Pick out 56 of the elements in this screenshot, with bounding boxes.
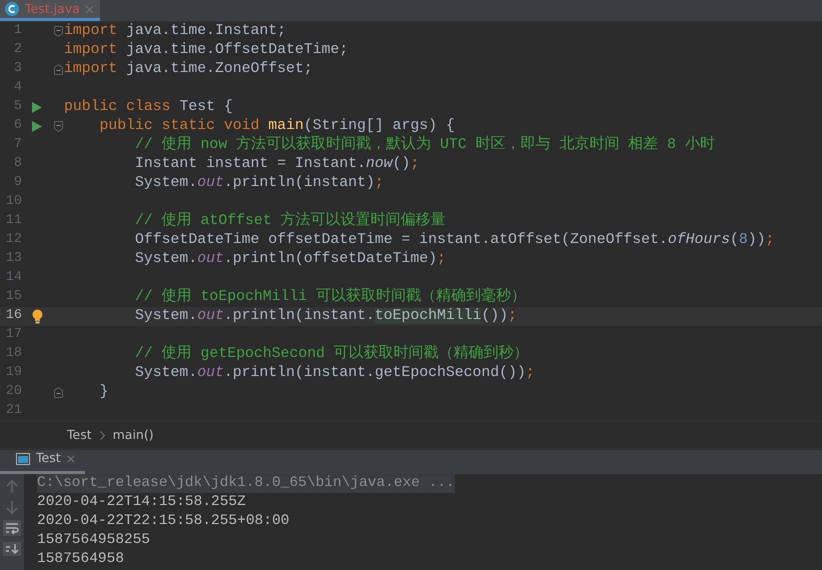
code-line: public static void main(String[] args) {: [98, 117, 455, 135]
line-number: 11: [4, 212, 22, 230]
breadcrumb-item[interactable]: Test: [67, 426, 92, 444]
line-number: 14: [4, 269, 22, 288]
line-number: 6: [12, 117, 22, 136]
code-line: System.out.println(instant.toEpochMilli());: [134, 307, 517, 326]
line-number: 8: [12, 155, 22, 174]
code-line: System.out.println(instant);: [134, 174, 384, 193]
code-line: public class Test {: [64, 98, 233, 117]
console-icon: [16, 452, 30, 465]
line-number: 3: [12, 60, 22, 78]
console-output: 1587564958255: [37, 531, 152, 550]
chevron-icon: [100, 430, 105, 440]
line-number: 20: [4, 383, 22, 402]
line-number: 9: [12, 174, 22, 192]
breadcrumb-item[interactable]: main(): [112, 426, 154, 444]
console-output: 1587564958: [37, 550, 126, 569]
line-number: 19: [4, 364, 22, 382]
line-number: 7: [12, 136, 22, 154]
line-number: 2: [12, 41, 22, 60]
code-line: import java.time.ZoneOffset;: [64, 60, 313, 79]
code-line: OffsetDateTime offsetDateTime = instant.atOffset(ZoneOffset.ofHours(8));: [134, 231, 774, 250]
line-number: 1: [12, 22, 22, 40]
line-number: 15: [4, 288, 22, 306]
run-icon[interactable]: [32, 102, 42, 113]
line-number: 21: [4, 402, 22, 420]
line-number: 4: [12, 79, 22, 98]
fold-icon[interactable]: [54, 64, 62, 75]
console-output: 2020-04-22T22:15:58.255+08:00: [37, 512, 290, 531]
class-icon: [4, 1, 20, 17]
fold-icon[interactable]: [54, 387, 62, 398]
line-number: 18: [4, 345, 22, 364]
fold-icon[interactable]: [54, 26, 62, 37]
line-number: 10: [4, 193, 22, 212]
fold-icon[interactable]: [54, 121, 62, 132]
run-icon[interactable]: [32, 121, 42, 132]
line-number: 5: [12, 98, 22, 116]
code-line: // 使用 now 方法可以获取时间戳，默认为 UTC 时区，即与 北京时间 相差 8 小时: [134, 136, 715, 155]
scroll-to-end-icon[interactable]: [3, 542, 21, 556]
close-icon[interactable]: [66, 454, 75, 463]
code-line: // 使用 getEpochSecond 可以获取时间戳（精确到秒）: [134, 345, 529, 364]
code-line: import java.time.OffsetDateTime;: [64, 41, 348, 60]
code-line: }: [98, 383, 108, 402]
code-line: import java.time.Instant;: [64, 22, 286, 41]
line-number: 16: [4, 307, 22, 326]
code-line: // 使用 toEpochMilli 可以获取时间戳（精确到毫秒）: [134, 288, 526, 307]
code-line: // 使用 atOffset 方法可以设置时间偏移量: [134, 212, 446, 231]
soft-wrap-icon[interactable]: [3, 520, 21, 536]
line-number: 17: [4, 326, 22, 344]
lightbulb-icon[interactable]: [32, 309, 42, 324]
code-line: System.out.println(instant.getEpochSecond());: [134, 364, 535, 383]
line-number: 13: [4, 250, 22, 268]
code-line: System.out.println(offsetDateTime);: [134, 250, 446, 269]
line-number: 12: [4, 231, 22, 250]
code-line: Instant instant = Instant.now();: [134, 155, 420, 174]
console-output: 2020-04-22T14:15:58.255Z: [37, 493, 247, 512]
